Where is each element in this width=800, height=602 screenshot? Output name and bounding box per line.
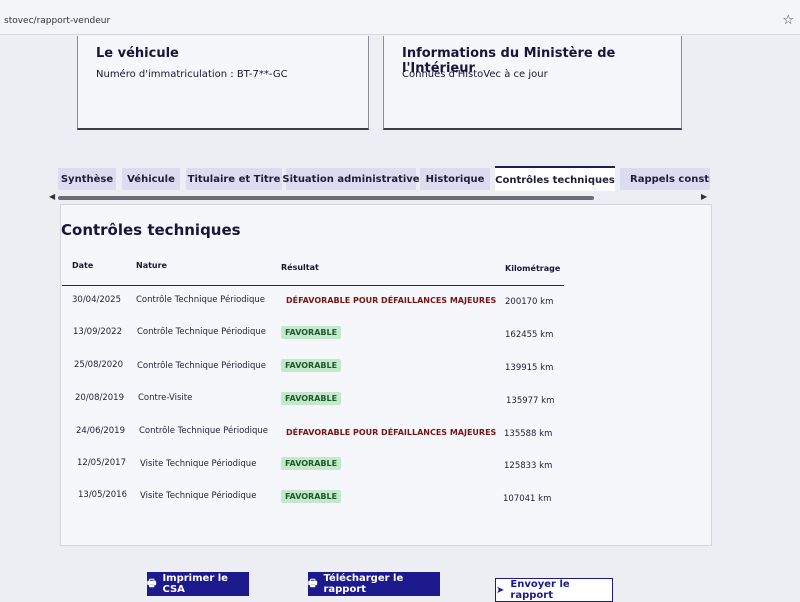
tab-rappels[interactable]: Rappels constructeur	[620, 168, 710, 190]
row-date: 13/09/2022	[73, 327, 122, 337]
url-text[interactable]: stovec/rapport-vendeur	[4, 16, 110, 26]
row-km: 125833 km	[504, 461, 553, 471]
row-km: 135977 km	[506, 396, 555, 406]
col-header-nature: Nature	[136, 261, 167, 270]
result-badge-favorable: FAVORABLE	[281, 359, 342, 372]
row-nature: Contrôle Technique Périodique	[136, 295, 266, 305]
vehicle-card-title: Le véhicule	[96, 46, 179, 61]
result-badge-favorable: FAVORABLE	[281, 490, 342, 503]
print-csa-label: Imprimer le CSA	[162, 573, 228, 595]
printer-icon: 🖶	[308, 577, 318, 589]
printer-icon: 🖶	[147, 577, 157, 589]
row-km: 162455 km	[505, 330, 554, 340]
tab-controles-techniques[interactable]: Contrôles techniques	[495, 166, 615, 191]
result-badge-favorable: FAVORABLE	[281, 457, 342, 470]
row-date: 13/05/2016	[78, 490, 127, 500]
row-km: 107041 km	[503, 494, 552, 504]
row-date: 12/05/2017	[77, 458, 126, 468]
row-date: 25/08/2020	[74, 360, 123, 370]
send-report-button[interactable]: ➤ Envoyer le rapport	[495, 578, 613, 602]
send-report-label: Envoyer le rapport	[510, 579, 570, 601]
row-km: 200170 km	[505, 297, 554, 307]
row-nature: Visite Technique Périodique	[140, 459, 257, 469]
row-date: 24/06/2019	[76, 426, 125, 436]
print-csa-button[interactable]: 🖶 Imprimer le CSA	[147, 572, 249, 596]
ministry-card-text: Connues d'HistoVec à ce jour	[402, 69, 548, 80]
browser-url-bar[interactable]: stovec/rapport-vendeur ☆	[0, 0, 800, 35]
registration-number: Numéro d'immatriculation : BT-7**-GC	[96, 69, 288, 80]
row-date: 20/08/2019	[75, 393, 124, 403]
tab-situation[interactable]: Situation administrative	[282, 168, 420, 190]
download-report-label: Télécharger le rapport	[323, 573, 404, 595]
scroll-left-icon[interactable]: ◀	[49, 192, 55, 201]
vehicle-card: Le véhicule Numéro d'immatriculation : B…	[77, 36, 369, 130]
section-title: Contrôles techniques	[61, 221, 241, 239]
send-icon: ➤	[496, 584, 505, 596]
row-nature: Contre-Visite	[138, 393, 193, 403]
table-header-divider	[62, 285, 564, 286]
row-nature: Contrôle Technique Périodique	[139, 426, 269, 436]
col-header-date: Date	[72, 261, 94, 270]
col-header-km: Kilométrage	[505, 264, 561, 273]
download-report-button[interactable]: 🖶 Télécharger le rapport	[308, 572, 440, 596]
tab-bar: Synthèse Véhicule Titulaire et Titre Sit…	[58, 165, 710, 191]
row-km: 135588 km	[504, 429, 553, 439]
row-nature: Visite Technique Périodique	[140, 491, 257, 501]
row-date: 30/04/2025	[72, 295, 121, 305]
ministry-card: Informations du Ministère de l'Intérieur…	[383, 36, 682, 130]
scroll-right-icon[interactable]: ▶	[701, 192, 707, 201]
result-badge-favorable: FAVORABLE	[281, 392, 342, 405]
result-badge-favorable: FAVORABLE	[281, 326, 342, 339]
tab-historique[interactable]: Historique	[420, 168, 490, 190]
tab-synthese[interactable]: Synthèse	[58, 168, 116, 190]
col-header-result: Résultat	[281, 263, 319, 272]
tab-titulaire[interactable]: Titulaire et Titre	[186, 168, 282, 190]
star-icon[interactable]: ☆	[782, 13, 794, 28]
result-badge-defavorable: DÉFAVORABLE POUR DÉFAILLANCES MAJEURES	[286, 428, 497, 437]
tab-scrollbar[interactable]	[58, 196, 594, 200]
result-badge-defavorable: DÉFAVORABLE POUR DÉFAILLANCES MAJEURES	[286, 296, 497, 305]
row-nature: Contrôle Technique Périodique	[137, 361, 267, 371]
tab-vehicule[interactable]: Véhicule	[122, 168, 180, 190]
row-nature: Contrôle Technique Périodique	[137, 327, 267, 337]
row-km: 139915 km	[505, 363, 554, 373]
